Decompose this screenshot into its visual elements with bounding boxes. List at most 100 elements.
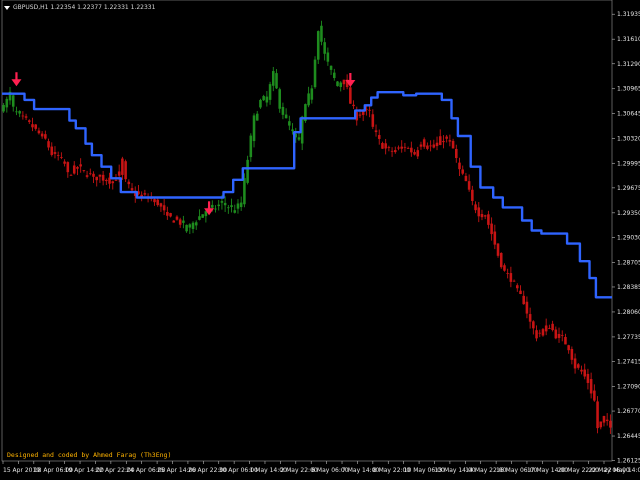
candle-body [188,224,192,228]
y-tick-label: 1.27090 [617,383,640,390]
candle-body [92,173,95,177]
price-chart[interactable]: 1.31935 1.31610 1.31290 1.30965 1.30645 1.303… [0,0,640,480]
candle-body [339,82,342,88]
candle-body [583,369,586,377]
candle-body [570,348,574,360]
candle-body [442,141,445,143]
candle-body [551,323,554,331]
candle-body [496,243,500,256]
candle-body [471,189,474,201]
candle-body [560,335,564,336]
candle-body [329,65,333,70]
candle-body [265,96,269,103]
candle-body [589,379,593,394]
candle-body [499,252,503,268]
candle-body [326,52,330,62]
candle-body [143,193,147,195]
candle-body [525,301,529,314]
candle-body [313,59,317,88]
candle-body [342,79,346,85]
candle-body [602,415,606,423]
candle-body [82,170,86,171]
candle-body [79,164,82,167]
y-tick-label: 1.31935 [617,11,640,18]
candle-body [557,333,561,338]
candle-body [53,152,57,154]
candle-body [194,222,198,226]
candle-body [172,220,176,223]
candle-body [124,161,127,180]
candle-body [60,157,63,159]
y-tick-label: 1.28385 [617,284,640,291]
candle-body [214,208,217,210]
candle-body [185,224,188,232]
candle-body [230,205,233,208]
candle-body [268,84,272,100]
candle-body [11,95,15,107]
candle-body [5,98,9,108]
candle-body [605,419,609,421]
candle-body [166,211,169,216]
candle-body [175,216,179,220]
y-tick-label: 1.30965 [617,86,640,93]
y-tick-label: 1.28060 [617,309,640,316]
candle-body [406,147,410,149]
y-tick-label: 1.29675 [617,185,640,192]
candle-body [105,179,108,182]
candle-body [548,328,551,330]
candle-body [419,144,423,147]
candle-body [410,147,413,153]
candle-body [233,210,237,213]
candle-body [448,140,452,142]
candle-body [291,129,294,132]
candle-body [451,140,455,149]
candle-body [310,88,314,100]
candle-body [422,139,426,147]
candle-body [352,104,355,107]
y-tick-label: 1.30320 [617,135,640,142]
candle-body [130,188,134,191]
candle-body [255,113,259,121]
candle-body [593,390,596,401]
candle-body [111,181,115,184]
candle-body [544,325,548,332]
candle-body [381,143,384,149]
candle-body [554,329,558,339]
candle-body [236,203,240,209]
candle-body [519,290,522,294]
candle-body [384,143,387,149]
candle-body [535,330,538,339]
candle-body [509,273,513,282]
y-tick-label: 1.29995 [617,160,640,167]
candle-body [47,141,50,148]
candle-body [445,136,448,139]
y-tick-label: 1.29350 [617,210,640,217]
candle-body [243,178,246,205]
candle-body [223,202,227,206]
candle-body [95,176,98,181]
y-tick-label: 1.28705 [617,259,640,266]
candle-body [198,216,201,220]
y-tick-label: 1.30645 [617,110,640,117]
candle-body [596,401,599,429]
candle-body [201,214,204,218]
candle-body [493,231,497,245]
candle-body [101,174,105,181]
candle-body [538,332,542,334]
candle-body [211,204,214,208]
y-tick-label: 1.27735 [617,334,640,341]
candle-body [89,173,92,175]
candle-body [34,124,37,129]
candle-body [259,99,262,108]
candle-body [15,111,18,113]
symbol-dropdown-icon[interactable] [4,5,10,10]
candle-body [191,222,195,229]
symbol-label: GBPUSD,H1 [13,4,49,11]
candle-body [69,174,73,176]
candle-body [217,204,220,207]
candle-body [246,159,249,183]
candle-body [368,109,371,111]
candle-body [169,213,172,217]
candle-body [541,329,545,336]
candle-body [18,111,21,114]
